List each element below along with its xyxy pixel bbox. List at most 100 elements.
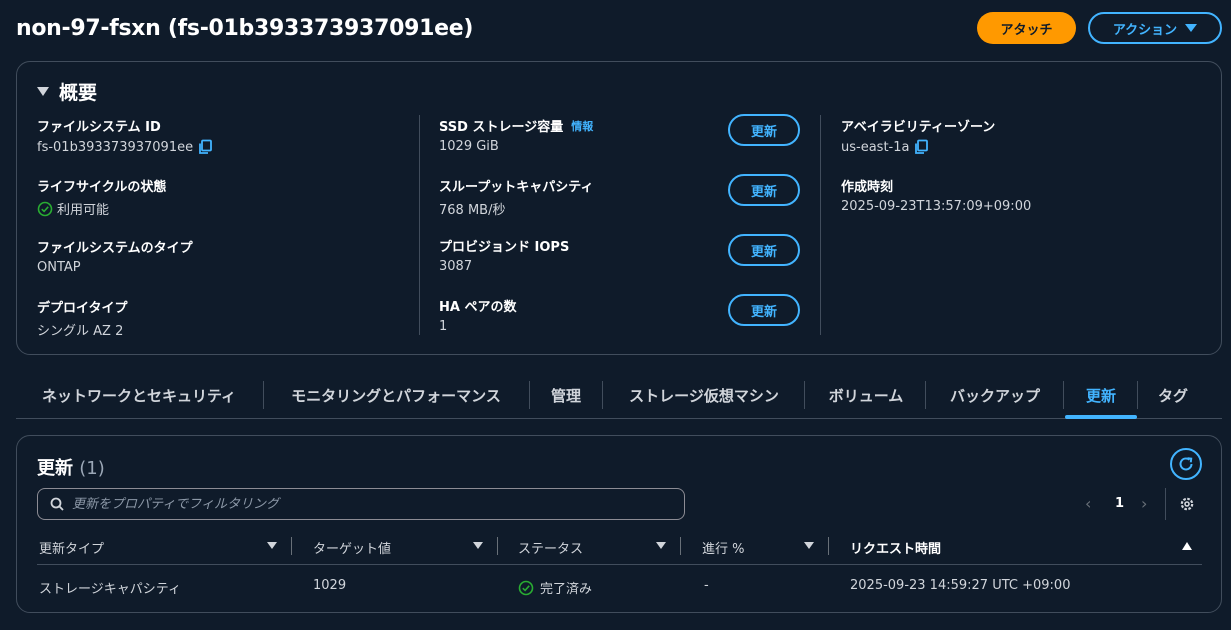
copy-icon[interactable]: [197, 139, 213, 155]
tab-separator: [263, 381, 264, 409]
ssd-capacity-field: SSD ストレージ容量 情報 1029 GiB: [439, 116, 593, 155]
page-title: non-97-fsxn (fs-01b393373937091ee): [16, 16, 474, 41]
update-iops-button[interactable]: 更新: [728, 234, 800, 266]
check-circle-icon: [518, 580, 534, 595]
gear-icon[interactable]: [1178, 495, 1196, 513]
ha-pairs-field: HA ペアの数 1: [439, 296, 516, 334]
sort-icon[interactable]: [267, 542, 277, 549]
created-time-value: 2025-09-23T13:57:09+09:00: [841, 199, 1032, 214]
pager-current-page[interactable]: 1: [1115, 496, 1124, 511]
filesystem-type-value: ONTAP: [37, 260, 81, 275]
col-header-target-value[interactable]: ターゲット値: [313, 538, 391, 557]
field-label: ファイルシステムのタイプ: [37, 241, 193, 256]
lifecycle-field: ライフサイクルの状態 利用可能: [37, 176, 166, 218]
availability-zone-field: アベイラビリティーゾーン us-east-1a: [841, 116, 995, 155]
column-divider: [419, 115, 420, 335]
lifecycle-status-value: 利用可能: [57, 203, 110, 218]
throughput-field: スループットキャパシティ 768 MB/秒: [439, 176, 593, 218]
ha-pairs-value: 1: [439, 319, 448, 334]
update-throughput-button[interactable]: 更新: [728, 174, 800, 206]
update-ha-pairs-button[interactable]: 更新: [728, 294, 800, 326]
tab-updates[interactable]: 更新: [1065, 372, 1137, 419]
cell-progress: -: [704, 578, 709, 593]
iops-value: 3087: [439, 259, 473, 274]
tab-separator: [602, 381, 603, 409]
tab-separator: [804, 381, 805, 409]
field-label: SSD ストレージ容量: [439, 120, 564, 135]
col-header-progress[interactable]: 進行 %: [702, 538, 745, 557]
cell-target-value: 1029: [313, 578, 347, 593]
actions-button-label: アクション: [1112, 21, 1178, 37]
tab-label: タグ: [1157, 386, 1188, 405]
col-header-update-type[interactable]: 更新タイプ: [39, 538, 104, 557]
tab-label: バックアップ: [949, 386, 1040, 405]
sort-icon[interactable]: [804, 542, 814, 549]
tab-label: ネットワークとセキュリティ: [41, 386, 237, 405]
pager-prev-icon[interactable]: ‹: [1085, 494, 1091, 513]
tab-backups[interactable]: バックアップ: [946, 372, 1044, 418]
refresh-button[interactable]: [1170, 448, 1202, 480]
field-label: デプロイタイプ: [37, 301, 128, 316]
column-resizer[interactable]: [828, 537, 829, 555]
tab-network-security[interactable]: ネットワークとセキュリティ: [36, 372, 242, 418]
field-label: ファイルシステム ID: [37, 120, 161, 135]
field-label: アベイラビリティーゾーン: [841, 120, 996, 135]
field-label: HA ペアの数: [439, 300, 517, 315]
tab-label: 管理: [550, 386, 581, 405]
update-button-label: 更新: [750, 243, 777, 259]
column-resizer[interactable]: [497, 537, 498, 555]
refresh-icon: [1179, 457, 1193, 471]
updates-panel: 更新 (1) ‹ 1 › 更新タイプ ターゲット値 ステータス 進行 % リクエ…: [16, 435, 1222, 613]
cell-update-type: ストレージキャパシティ: [39, 582, 181, 597]
tab-monitoring-performance[interactable]: モニタリングとパフォーマンス: [284, 372, 508, 418]
tab-management[interactable]: 管理: [549, 372, 583, 418]
update-ssd-button[interactable]: 更新: [728, 114, 800, 146]
summary-panel: 概要 ファイルシステム ID fs-01b393373937091ee ライフサ…: [16, 61, 1222, 355]
ssd-capacity-value: 1029 GiB: [439, 139, 499, 154]
filesystem-id-field: ファイルシステム ID fs-01b393373937091ee: [37, 116, 213, 155]
column-resizer[interactable]: [680, 537, 681, 555]
throughput-value: 768 MB/秒: [439, 203, 506, 218]
tab-label: 更新: [1085, 386, 1116, 405]
attach-button[interactable]: アタッチ: [977, 12, 1076, 44]
tab-volumes[interactable]: ボリューム: [825, 372, 907, 418]
actions-dropdown-button[interactable]: アクション: [1088, 12, 1222, 44]
col-header-request-time[interactable]: リクエスト時間: [850, 538, 941, 557]
sort-ascending-icon[interactable]: [1182, 542, 1192, 550]
deploy-type-value: シングル AZ 2: [37, 324, 124, 339]
tab-label: ボリューム: [828, 386, 904, 405]
tab-tags[interactable]: タグ: [1154, 372, 1192, 418]
filter-input[interactable]: [72, 496, 652, 512]
search-icon: [50, 497, 64, 511]
availability-zone-value: us-east-1a: [841, 139, 910, 155]
sort-icon[interactable]: [473, 542, 483, 549]
page-header: non-97-fsxn (fs-01b393373937091ee) アタッチ …: [0, 0, 1231, 58]
expand-triangle-icon: [37, 87, 49, 96]
updates-title: 更新: [37, 458, 73, 479]
info-link[interactable]: 情報: [571, 118, 593, 134]
field-label: スループットキャパシティ: [439, 180, 594, 195]
field-label: 作成時刻: [841, 180, 894, 195]
tab-bar: ネットワークとセキュリティ モニタリングとパフォーマンス 管理 ストレージ仮想マ…: [16, 372, 1222, 419]
tab-separator: [1137, 381, 1138, 409]
column-resizer[interactable]: [291, 537, 292, 555]
tab-separator: [529, 381, 530, 409]
updates-heading: 更新 (1): [37, 454, 105, 480]
deploy-type-field: デプロイタイプ シングル AZ 2: [37, 297, 127, 339]
col-header-status[interactable]: ステータス: [518, 538, 583, 557]
tab-label: ストレージ仮想マシン: [629, 386, 779, 405]
summary-toggle[interactable]: 概要: [37, 78, 97, 105]
update-button-label: 更新: [750, 303, 777, 319]
column-divider: [820, 115, 821, 335]
attach-button-label: アタッチ: [1000, 21, 1053, 37]
tab-storage-virtual-machines[interactable]: ストレージ仮想マシン: [623, 372, 785, 418]
copy-icon[interactable]: [913, 139, 929, 155]
pager-next-icon[interactable]: ›: [1141, 494, 1147, 513]
filter-search-box: [37, 488, 685, 520]
filesystem-id-value: fs-01b393373937091ee: [37, 139, 194, 155]
active-tab-indicator: [1065, 415, 1137, 419]
sort-icon[interactable]: [656, 542, 666, 549]
check-circle-icon: [37, 201, 53, 216]
tab-separator: [925, 381, 926, 409]
caret-down-icon: [1185, 24, 1198, 32]
